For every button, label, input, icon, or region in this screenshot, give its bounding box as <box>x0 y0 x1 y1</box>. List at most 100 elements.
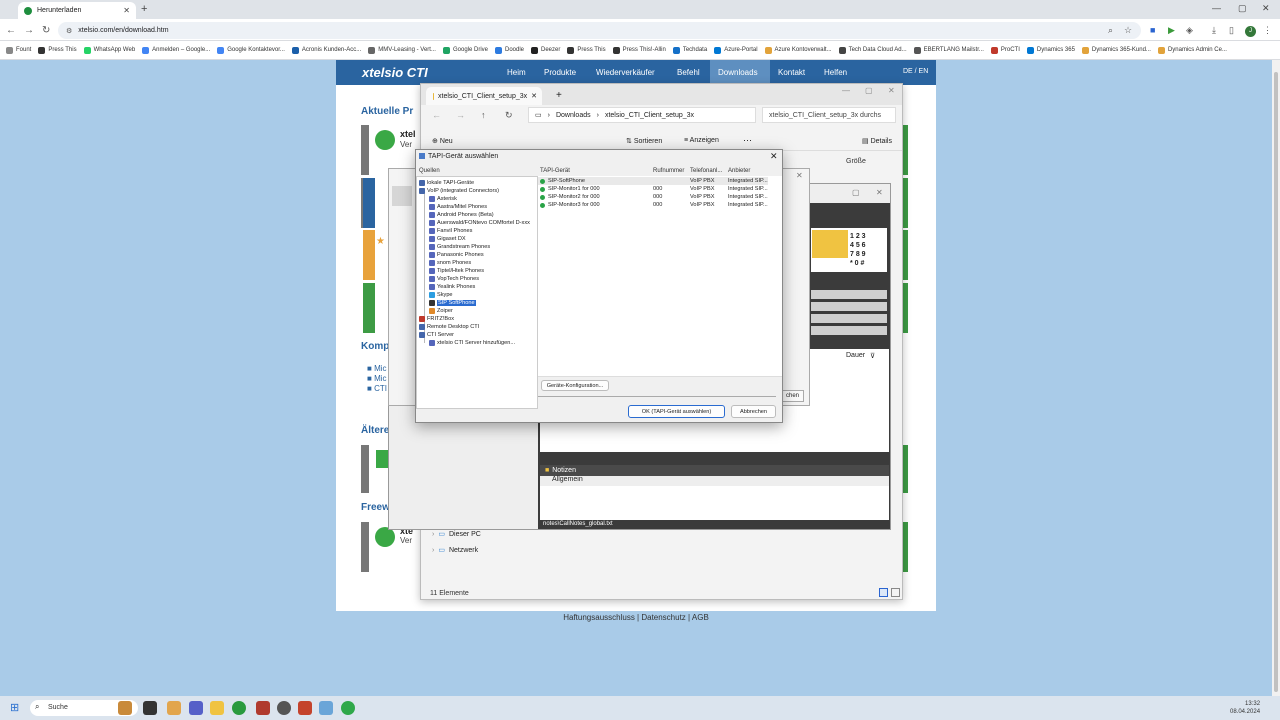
bookmark-item[interactable]: ProCTI <box>990 46 1020 54</box>
line-row[interactable] <box>811 314 887 323</box>
maximize-window-icon[interactable]: ▢ <box>852 188 860 197</box>
bookmark-item[interactable]: EBERTLANG Mailstr... <box>913 46 984 54</box>
bullet-link[interactable]: ■ Mic <box>367 374 387 383</box>
forward-icon[interactable]: → <box>456 110 465 120</box>
bookmark-item[interactable]: Press This <box>38 46 77 54</box>
new-tab-icon[interactable]: + <box>556 90 562 101</box>
nav-link-help[interactable]: Helfen <box>824 68 847 77</box>
bullet-link[interactable]: ■ Mic <box>367 364 387 373</box>
close-tab-icon[interactable]: ✕ <box>531 92 537 100</box>
bookmark-item[interactable]: Fount <box>6 46 31 54</box>
extensions-puzzle-icon[interactable]: ◈ <box>1186 25 1193 36</box>
app-icon[interactable] <box>277 701 291 715</box>
line-row[interactable] <box>811 302 887 311</box>
nav-link-products[interactable]: Produkte <box>544 68 576 77</box>
column-header-vendor[interactable]: Anbieter <box>728 168 750 174</box>
column-header-pbx[interactable]: Telefonanl... <box>690 168 722 174</box>
sort-button[interactable]: ⇅ Sortieren <box>626 137 662 145</box>
explorer-search-input[interactable]: xtelsio_CTI_Client_setup_3x durchs <box>762 107 896 123</box>
bookmark-item[interactable]: Acronis Kunden-Acc... <box>291 46 361 54</box>
ok-select-device-button[interactable]: OK (TAPI-Gerät auswählen) <box>628 405 725 418</box>
tree-item[interactable]: Android Phones (Beta) <box>429 211 494 219</box>
language-switch[interactable]: DE / EN <box>903 68 928 75</box>
nav-this-pc[interactable]: › ▭ Dieser PC <box>432 530 481 539</box>
tiles-view-icon[interactable] <box>891 588 900 597</box>
keypad-row[interactable]: 7 8 9 <box>850 250 866 259</box>
maximize-window-icon[interactable]: ▢ <box>1238 3 1247 14</box>
new-button[interactable]: ⊕ Neu <box>432 137 453 145</box>
bookmark-item[interactable]: Techdata <box>672 46 707 54</box>
site-logo[interactable]: xtelsio CTI <box>362 65 428 80</box>
filter-icon[interactable]: ⊽ <box>870 352 875 360</box>
app-icon[interactable] <box>256 701 270 715</box>
tree-item[interactable]: VoIP (integrated Connectors) <box>419 187 499 195</box>
tree-item[interactable]: lokale TAPI-Geräte <box>419 179 474 187</box>
tree-item[interactable]: Asterisk <box>429 195 457 203</box>
close-window-icon[interactable]: ✕ <box>888 86 895 95</box>
scrollbar-thumb[interactable] <box>1274 72 1278 692</box>
site-info-icon[interactable]: ⚙ <box>66 27 72 35</box>
minimize-window-icon[interactable]: — <box>842 86 850 95</box>
back-icon[interactable]: ← <box>432 110 441 120</box>
bookmark-item[interactable]: Doodle <box>495 46 524 54</box>
file-explorer-icon[interactable] <box>210 701 224 715</box>
bookmark-item[interactable]: Google Drive <box>442 46 488 54</box>
site-footer[interactable]: Haftungsausschluss | Datenschutz | AGB <box>336 611 936 622</box>
app-icon[interactable] <box>319 701 333 715</box>
up-icon[interactable]: ↑ <box>481 110 486 120</box>
tree-item[interactable]: VopTech Phones <box>429 275 479 283</box>
bookmark-item[interactable]: MMV-Leasing - Vert... <box>368 46 436 54</box>
tree-item[interactable]: Grandstream Phones <box>429 243 490 251</box>
tree-item[interactable]: Gigaset DX <box>429 235 466 243</box>
tree-item[interactable]: Zoiper <box>429 307 453 315</box>
bookmark-item[interactable]: Dynamics Admin Ce... <box>1157 46 1227 54</box>
breadcrumb-downloads[interactable]: Downloads <box>556 112 591 119</box>
bookmark-item[interactable]: WhatsApp Web <box>83 46 135 54</box>
bookmark-item[interactable]: Deezer <box>531 46 560 54</box>
cancel-button[interactable]: Abbrechen <box>731 405 776 418</box>
maximize-window-icon[interactable]: ▢ <box>865 86 873 95</box>
close-window-icon[interactable]: ✕ <box>876 188 883 197</box>
back-icon[interactable]: ← <box>6 25 16 36</box>
tree-item[interactable]: Panasonic Phones <box>429 251 484 259</box>
bookmark-star-icon[interactable]: ☆ <box>1124 25 1132 36</box>
more-options-icon[interactable]: ⋯ <box>743 135 752 146</box>
nav-link-resellers[interactable]: Wiederverkäufer <box>596 68 655 77</box>
xtelsio-cti-icon[interactable] <box>341 701 355 715</box>
tree-item[interactable]: xtelsio CTI Server hinzufügen... <box>429 339 515 347</box>
device-config-button[interactable]: Geräte-Konfiguration... <box>541 380 609 391</box>
extension-play-icon[interactable]: ▶ <box>1168 25 1175 36</box>
windows-start-icon[interactable]: ⊞ <box>10 701 19 714</box>
notes-tab-general[interactable]: Allgemein <box>540 476 889 486</box>
tree-item[interactable]: Skype <box>429 291 453 299</box>
keypad-keys[interactable]: 1 2 3 4 5 6 7 8 9 * 0 # <box>850 232 866 268</box>
chrome-icon[interactable] <box>232 701 246 715</box>
column-header-size[interactable]: Größe <box>846 158 866 165</box>
notes-editor[interactable] <box>540 486 889 520</box>
reload-icon[interactable]: ↻ <box>42 25 50 36</box>
teams-icon[interactable] <box>189 701 203 715</box>
nav-link-downloads[interactable]: Downloads <box>718 68 758 77</box>
tree-item[interactable]: Fanvil Phones <box>429 227 472 235</box>
app-icon[interactable] <box>167 701 181 715</box>
details-view-icon[interactable] <box>879 588 888 597</box>
tree-item[interactable]: CTI Server <box>419 331 454 339</box>
nav-link-order[interactable]: Befehl <box>677 68 700 77</box>
close-dialog-icon[interactable]: ✕ <box>770 151 778 162</box>
new-tab-icon[interactable]: + <box>141 3 147 15</box>
nav-network[interactable]: › ▭ Netzwerk <box>432 546 478 555</box>
view-button[interactable]: ≡ Anzeigen <box>684 137 719 144</box>
column-header-device[interactable]: TAPI-Gerät <box>540 168 570 174</box>
line-row[interactable] <box>811 326 887 335</box>
bookmark-item[interactable]: Dynamics 365-Kund... <box>1081 46 1151 54</box>
nav-link-contact[interactable]: Kontakt <box>778 68 805 77</box>
details-button[interactable]: ▤ Details <box>862 137 892 145</box>
close-tab-icon[interactable]: ✕ <box>123 6 130 15</box>
forward-icon[interactable]: → <box>24 25 34 36</box>
bookmark-item[interactable]: Azure-Portal <box>714 46 758 54</box>
tree-item[interactable]: SIP SoftPhone <box>429 299 476 307</box>
zoom-icon[interactable]: ⌕ <box>1108 25 1113 36</box>
bookmark-item[interactable]: Azure Kontoverwalt... <box>764 46 832 54</box>
taskbar-clock[interactable]: 13:32 08.04.2024 <box>1230 700 1260 716</box>
bookmark-item[interactable]: Press This <box>567 46 606 54</box>
